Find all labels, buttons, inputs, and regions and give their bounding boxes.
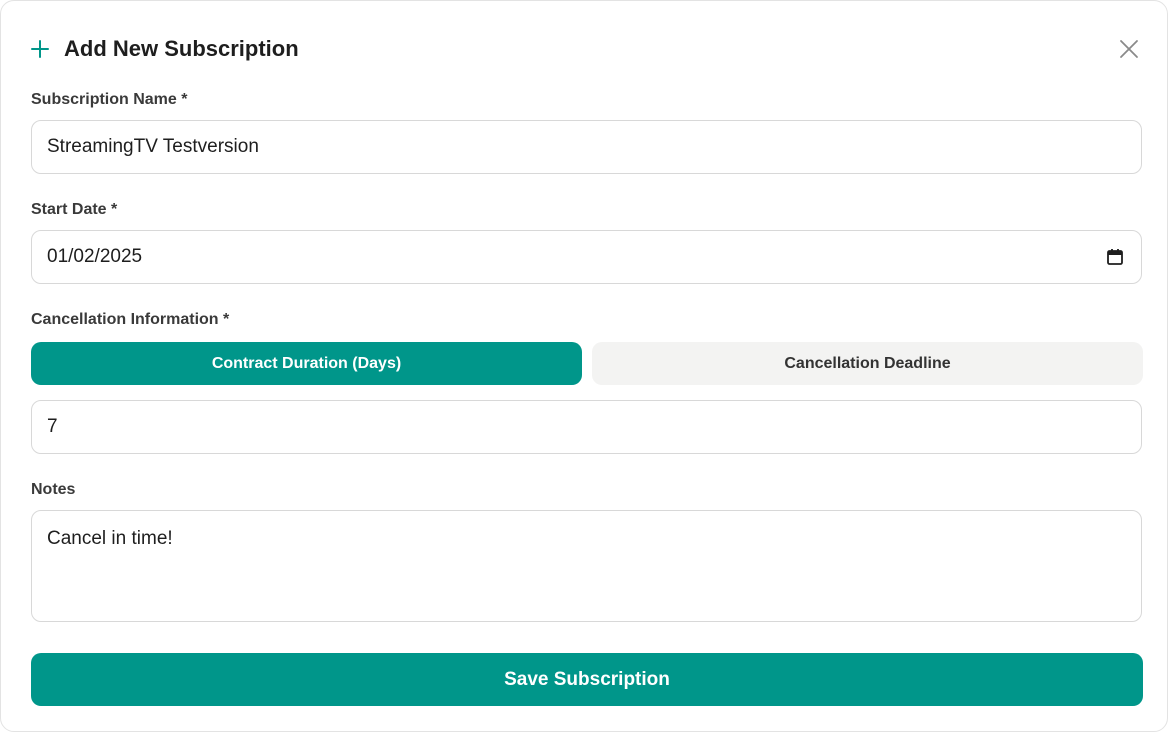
close-icon[interactable] — [1118, 38, 1140, 60]
subscription-name-value: StreamingTV Testversion — [47, 136, 259, 157]
dialog-title: Add New Subscription — [64, 36, 299, 61]
subscription-name-label: Subscription Name * — [31, 91, 188, 108]
contract-duration-value: 7 — [47, 416, 58, 437]
notes-value: Cancel in time! — [47, 528, 173, 549]
notes-textarea[interactable]: Cancel in time! — [31, 510, 1142, 622]
calendar-icon[interactable] — [1106, 248, 1124, 266]
save-subscription-button[interactable]: Save Subscription — [31, 653, 1143, 706]
contract-duration-input[interactable]: 7 — [31, 400, 1142, 454]
subscription-name-input[interactable]: StreamingTV Testversion — [31, 120, 1142, 174]
dialog-header: Add New Subscription — [31, 31, 299, 67]
start-date-input[interactable]: 01/02/2025 — [31, 230, 1142, 284]
cancellation-info-label: Cancellation Information * — [31, 311, 230, 328]
cancellation-deadline-toggle[interactable]: Cancellation Deadline — [592, 342, 1143, 385]
plus-icon — [31, 40, 49, 58]
contract-duration-toggle[interactable]: Contract Duration (Days) — [31, 342, 582, 385]
start-date-label: Start Date * — [31, 201, 118, 218]
notes-label: Notes — [31, 481, 76, 498]
add-subscription-dialog: Add New Subscription Subscription Name *… — [0, 0, 1168, 732]
start-date-value: 01/02/2025 — [47, 246, 143, 267]
